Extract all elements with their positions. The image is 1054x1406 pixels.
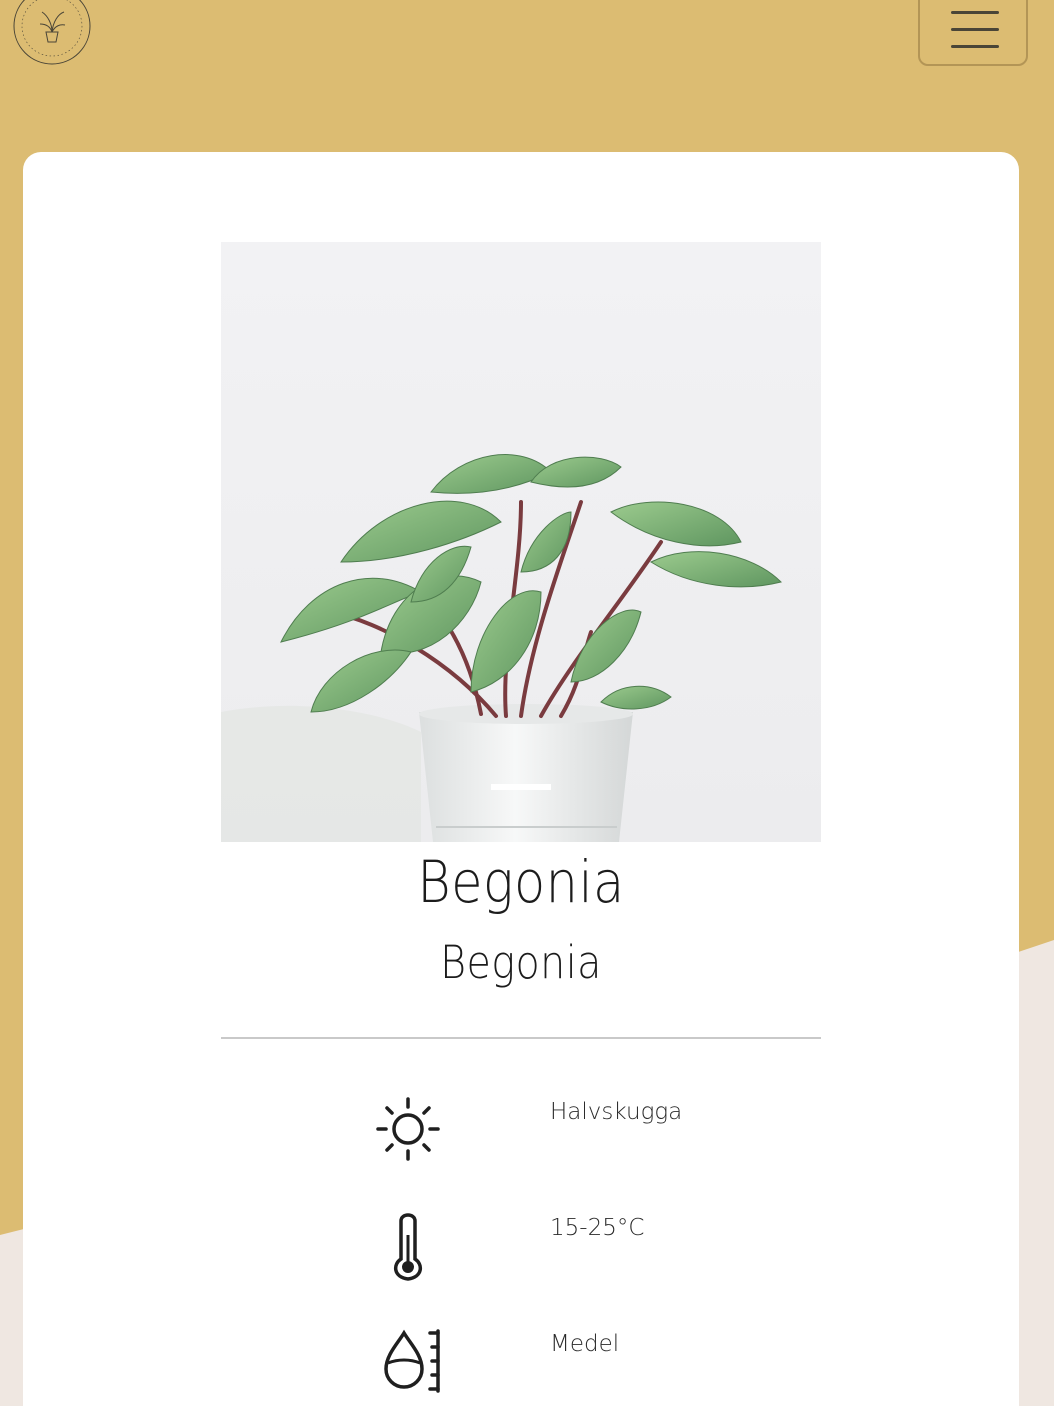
product-image: [221, 242, 821, 842]
care-light-value: Halvskugga: [550, 1099, 683, 1125]
care-row-light: Halvskugga: [23, 1097, 1019, 1187]
care-row-water: Medel: [23, 1329, 1019, 1406]
page: Begonia Begonia Halvskugga 15-25°C Medel: [0, 0, 1054, 1406]
hamburger-menu-icon: [951, 11, 999, 14]
carousel-indicator[interactable]: [491, 784, 551, 790]
divider: [221, 1037, 821, 1039]
product-card: Begonia Begonia Halvskugga 15-25°C Medel: [23, 152, 1019, 1406]
care-row-temperature: 15-25°C: [23, 1213, 1019, 1303]
care-temperature-value: 15-25°C: [550, 1215, 645, 1241]
plant-photo: [221, 242, 821, 842]
sun-icon: [370, 1097, 450, 1177]
plant-name: Begonia: [417, 848, 625, 916]
plant-pot-logo-icon: [13, 0, 91, 65]
logo[interactable]: [12, 0, 92, 66]
thermometer-icon: [370, 1213, 450, 1293]
menu-bar: [951, 45, 999, 48]
menu-bar: [951, 28, 999, 31]
water-drop-icon: [370, 1329, 450, 1406]
plant-latin-name: Begonia: [440, 936, 602, 989]
care-water-value: Medel: [550, 1331, 620, 1357]
menu-button[interactable]: [918, 0, 1028, 66]
